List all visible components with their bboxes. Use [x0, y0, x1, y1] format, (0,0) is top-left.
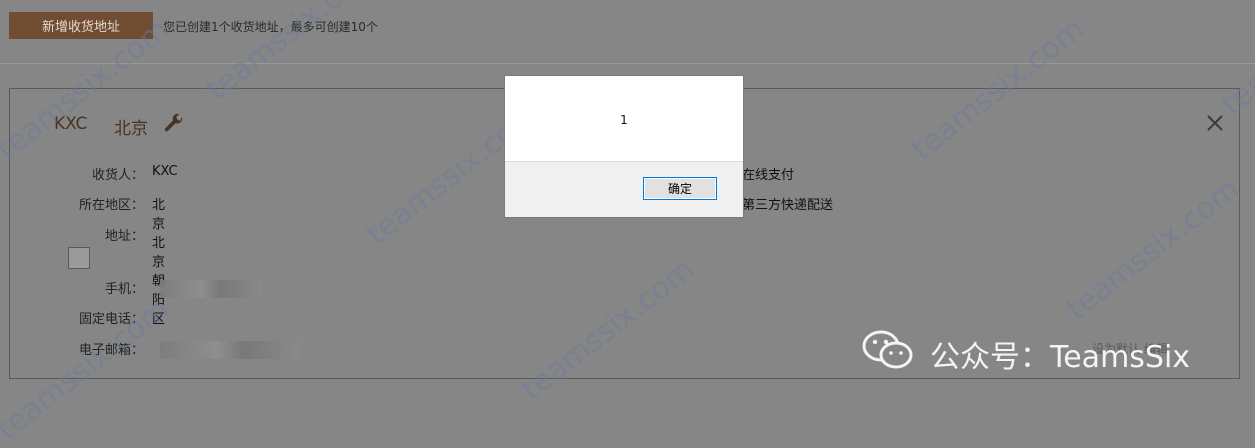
field-value-region: 北京北京朝阳区: [152, 198, 166, 327]
broken-image-icon: [68, 247, 90, 269]
wechat-icon: [862, 330, 913, 369]
field-label-address: 地址：: [104, 229, 144, 244]
address-count-hint: 您已创建1个收货地址，最多可创建10个: [163, 20, 378, 34]
wechat-brand-label: 公众号：TeamsSix: [930, 340, 1191, 375]
redacted-mobile: [160, 280, 262, 298]
delivery-method: 第三方快递配送: [742, 198, 834, 213]
close-icon[interactable]: [1205, 113, 1225, 133]
add-address-button[interactable]: 新增收货地址: [9, 12, 153, 39]
card-city: 北京: [114, 119, 148, 139]
redacted-email: [160, 341, 300, 359]
wrench-icon[interactable]: [162, 111, 186, 135]
field-label-mobile: 手机：: [104, 282, 144, 297]
dialog-footer: 确定: [505, 161, 743, 217]
field-value-recipient: KXC: [152, 164, 178, 179]
ok-button[interactable]: 确定: [643, 177, 717, 200]
field-label-recipient: 收货人：: [91, 168, 144, 183]
field-label-region: 所在地区：: [78, 198, 144, 213]
field-label-email: 电子邮箱：: [78, 343, 144, 358]
top-bar: 新增收货地址 您已创建1个收货地址，最多可创建10个: [0, 0, 1255, 64]
alert-dialog: 1 确定: [505, 76, 743, 217]
field-label-phone: 固定电话：: [78, 312, 144, 327]
payment-method: 在线支付: [742, 168, 795, 183]
card-recipient-name: KXC: [54, 114, 88, 134]
dialog-message: 1: [620, 113, 628, 127]
